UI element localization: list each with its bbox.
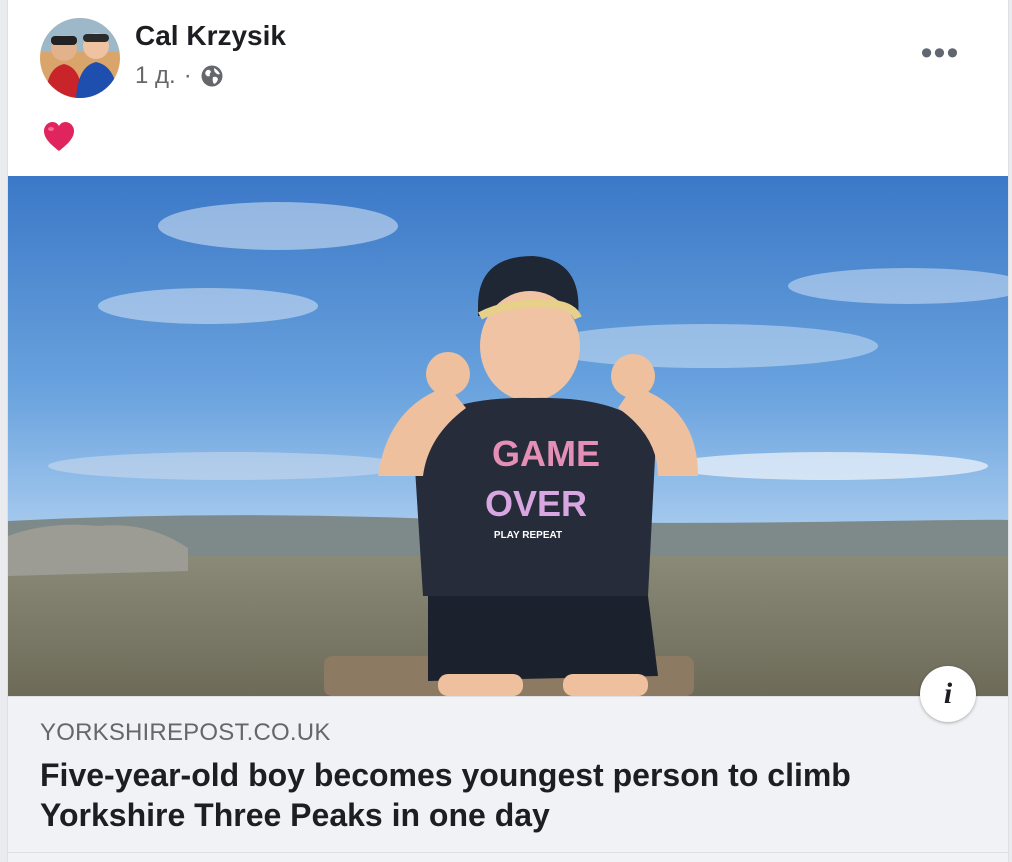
author-name[interactable]: Cal Krzysik: [135, 20, 286, 52]
author-avatar[interactable]: [40, 18, 120, 98]
post-card: Cal Krzysik 1 д. · ••• GAME OVER PLAY RE…: [8, 0, 1008, 862]
shirt-text-play-repeat: PLAY REPEAT: [494, 530, 562, 541]
heart-emoji-icon: [42, 120, 76, 154]
globe-icon[interactable]: [200, 64, 224, 88]
info-icon: i: [943, 677, 953, 710]
post-timestamp[interactable]: 1 д.: [135, 62, 176, 90]
link-domain: YORKSHIREPOST.CO.UK: [40, 719, 331, 746]
shirt-text-over: OVER: [485, 483, 587, 524]
link-preview-box[interactable]: YORKSHIREPOST.CO.UK Five-year-old boy be…: [8, 696, 1008, 862]
more-horizontal-icon: •••: [920, 33, 960, 72]
post-header: Cal Krzysik 1 д. · •••: [8, 0, 1008, 176]
post-meta: 1 д. ·: [135, 62, 224, 90]
more-options-button[interactable]: •••: [920, 34, 960, 72]
divider: [8, 852, 1008, 853]
link-preview-image[interactable]: GAME OVER PLAY REPEAT: [8, 176, 1008, 696]
link-title[interactable]: Five-year-old boy becomes youngest perso…: [40, 755, 940, 835]
shirt-text-game: GAME: [492, 433, 600, 474]
info-button[interactable]: i: [920, 666, 976, 722]
meta-separator: ·: [183, 62, 192, 89]
